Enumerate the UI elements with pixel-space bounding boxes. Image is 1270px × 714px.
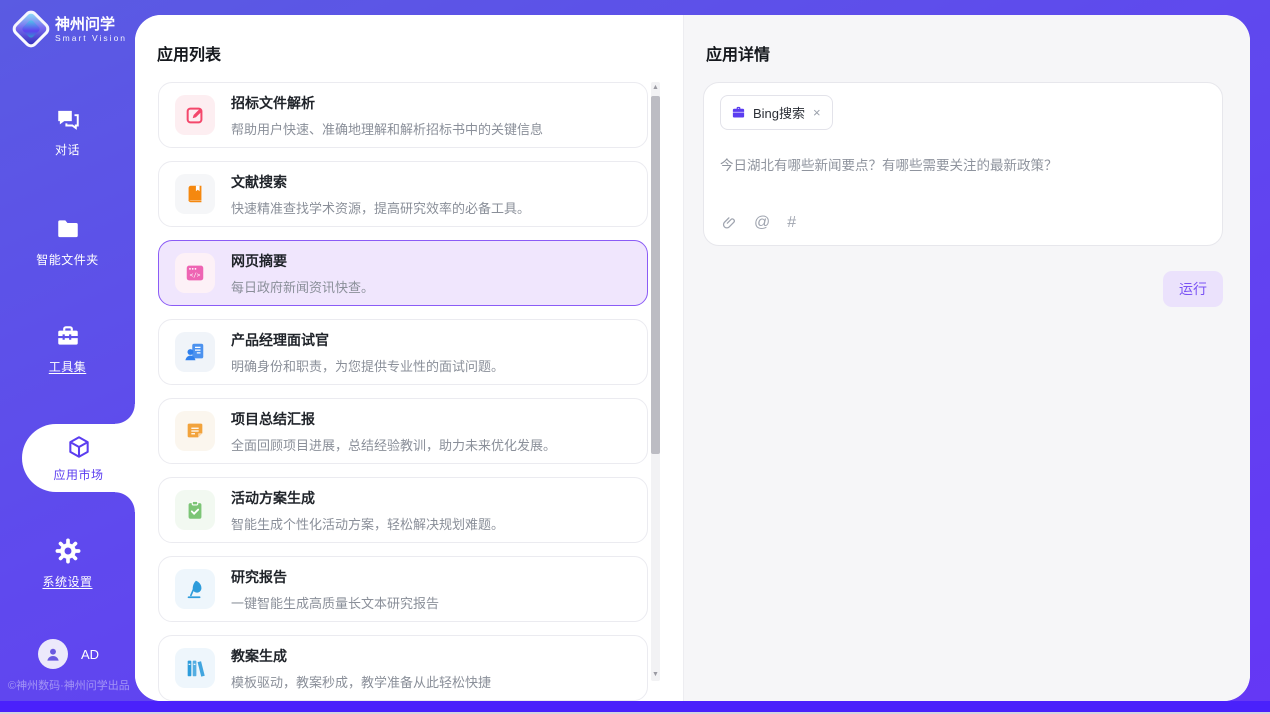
- app-card-title: 网页摘要: [231, 251, 374, 271]
- chip-close-icon[interactable]: ×: [812, 105, 822, 120]
- sidebar-item-chat[interactable]: 对话: [0, 106, 135, 159]
- app-card-lesson-plan-gen[interactable]: 教案生成 模板驱动，教案秒成，教学准备从此轻松快捷: [158, 635, 648, 701]
- app-card-description: 每日政府新闻资讯快查。: [231, 277, 374, 296]
- app-detail-title: 应用详情: [706, 41, 770, 65]
- app-card-description: 帮助用户快速、准确地理解和解析招标书中的关键信息: [231, 119, 543, 138]
- tool-chip-label: Bing搜索: [753, 103, 805, 122]
- toolbox-icon: [0, 323, 135, 351]
- ink-pen-icon: [175, 569, 215, 609]
- app-detail-panel: 应用详情 Bing搜索 × 今日湖北有哪些新闻要点？有哪些需要关注的最新政策？ …: [683, 15, 1250, 701]
- composer-toolbar: @ #: [722, 214, 796, 232]
- sidebar-item-label: 应用市场: [53, 466, 103, 483]
- app-card-bid-doc-analysis[interactable]: 招标文件解析 帮助用户快速、准确地理解和解析招标书中的关键信息: [158, 82, 648, 148]
- app-card-pm-interviewer[interactable]: 产品经理面试官 明确身份和职责，为您提供专业性的面试问题。: [158, 319, 648, 385]
- app-card-web-summary[interactable]: </> 网页摘要 每日政府新闻资讯快查。: [158, 240, 648, 306]
- app-card-description: 全面回顾项目进展，总结经验教训，助力未来优化发展。: [231, 435, 556, 454]
- scrollbar[interactable]: ▲ ▼: [651, 82, 660, 681]
- folder-icon: [0, 216, 135, 244]
- scrollbar-up-arrow-icon[interactable]: ▲: [651, 83, 660, 93]
- paperclip-icon[interactable]: [722, 216, 737, 231]
- brand-name: 神州问学: [55, 16, 127, 33]
- app-list-title: 应用列表: [157, 41, 221, 65]
- brand-subtitle: Smart Vision: [55, 33, 127, 43]
- app-card-title: 活动方案生成: [231, 488, 504, 508]
- app-card-event-plan-gen[interactable]: 活动方案生成 智能生成个性化活动方案，轻松解决规划难题。: [158, 477, 648, 543]
- user-row[interactable]: AD: [38, 639, 99, 669]
- app-card-title: 研究报告: [231, 567, 439, 587]
- sidebar-item-label: 系统设置: [42, 575, 92, 589]
- sidebar-item-app-market[interactable]: 应用市场: [22, 424, 135, 492]
- app-card-title: 教案生成: [231, 646, 491, 666]
- app-card-description: 明确身份和职责，为您提供专业性的面试问题。: [231, 356, 504, 375]
- brand-logo-diamond-icon: [10, 8, 52, 50]
- gear-icon: [0, 538, 135, 566]
- app-card-title: 招标文件解析: [231, 93, 543, 113]
- avatar[interactable]: [38, 639, 68, 669]
- sidebar-item-label: 智能文件夹: [36, 253, 99, 267]
- app-card-description: 模板驱动，教案秒成，教学准备从此轻松快捷: [231, 672, 491, 691]
- person-icon: [45, 646, 61, 662]
- app-card-research-report[interactable]: 研究报告 一键智能生成高质量长文本研究报告: [158, 556, 648, 622]
- app-card-description: 智能生成个性化活动方案，轻松解决规划难题。: [231, 514, 504, 533]
- sidebar-item-label: 工具集: [49, 360, 87, 374]
- sidebar-item-label: 对话: [55, 143, 80, 157]
- mention-icon[interactable]: @: [754, 214, 770, 232]
- briefcase-icon: [731, 105, 746, 120]
- clipboard-check-icon: [175, 490, 215, 530]
- hash-icon[interactable]: #: [787, 214, 796, 232]
- sidebar-footer: ©神州数码·神州问学出品: [8, 677, 130, 693]
- composer-card[interactable]: Bing搜索 × 今日湖北有哪些新闻要点？有哪些需要关注的最新政策？ @ #: [703, 82, 1223, 246]
- sidebar: 神州问学 Smart Vision 对话 智能文件夹 工具集 应用市场 系统设置…: [0, 0, 135, 701]
- scrollbar-thumb[interactable]: [651, 96, 660, 454]
- book-icon: [175, 174, 215, 214]
- bottom-accent-bar: [0, 701, 1270, 712]
- books-icon: [175, 648, 215, 688]
- note-icon: [175, 411, 215, 451]
- app-list-panel: 应用列表 招标文件解析 帮助用户快速、准确地理解和解析招标书中的关键信息 文献搜…: [135, 15, 683, 701]
- sidebar-item-system-settings[interactable]: 系统设置: [0, 538, 135, 591]
- run-button[interactable]: 运行: [1163, 271, 1223, 307]
- edit-square-icon: [175, 95, 215, 135]
- app-card-literature-search[interactable]: 文献搜索 快速精准查找学术资源，提高研究效率的必备工具。: [158, 161, 648, 227]
- cube-icon: [66, 434, 92, 462]
- svg-text:</>: </>: [190, 272, 201, 279]
- scrollbar-down-arrow-icon[interactable]: ▼: [651, 670, 660, 680]
- app-card-list: 招标文件解析 帮助用户快速、准确地理解和解析招标书中的关键信息 文献搜索 快速精…: [158, 82, 648, 701]
- prompt-text[interactable]: 今日湖北有哪些新闻要点？有哪些需要关注的最新政策？: [720, 156, 1206, 176]
- app-card-description: 一键智能生成高质量长文本研究报告: [231, 593, 439, 612]
- chat-icon: [0, 106, 135, 134]
- app-card-title: 产品经理面试官: [231, 330, 504, 350]
- browser-code-icon: </>: [175, 253, 215, 293]
- brand: 神州问学 Smart Vision: [0, 0, 135, 44]
- tool-chip-bing-search[interactable]: Bing搜索 ×: [720, 95, 833, 130]
- user-initials: AD: [81, 647, 99, 662]
- sidebar-item-toolbox[interactable]: 工具集: [0, 323, 135, 376]
- run-row: 运行: [703, 271, 1223, 307]
- sidebar-item-smart-folder[interactable]: 智能文件夹: [0, 216, 135, 269]
- app-card-title: 文献搜索: [231, 172, 530, 192]
- main-content: 应用列表 招标文件解析 帮助用户快速、准确地理解和解析招标书中的关键信息 文献搜…: [135, 15, 1250, 701]
- interview-icon: [175, 332, 215, 372]
- app-card-title: 项目总结汇报: [231, 409, 556, 429]
- app-card-description: 快速精准查找学术资源，提高研究效率的必备工具。: [231, 198, 530, 217]
- app-card-project-summary[interactable]: 项目总结汇报 全面回顾项目进展，总结经验教训，助力未来优化发展。: [158, 398, 648, 464]
